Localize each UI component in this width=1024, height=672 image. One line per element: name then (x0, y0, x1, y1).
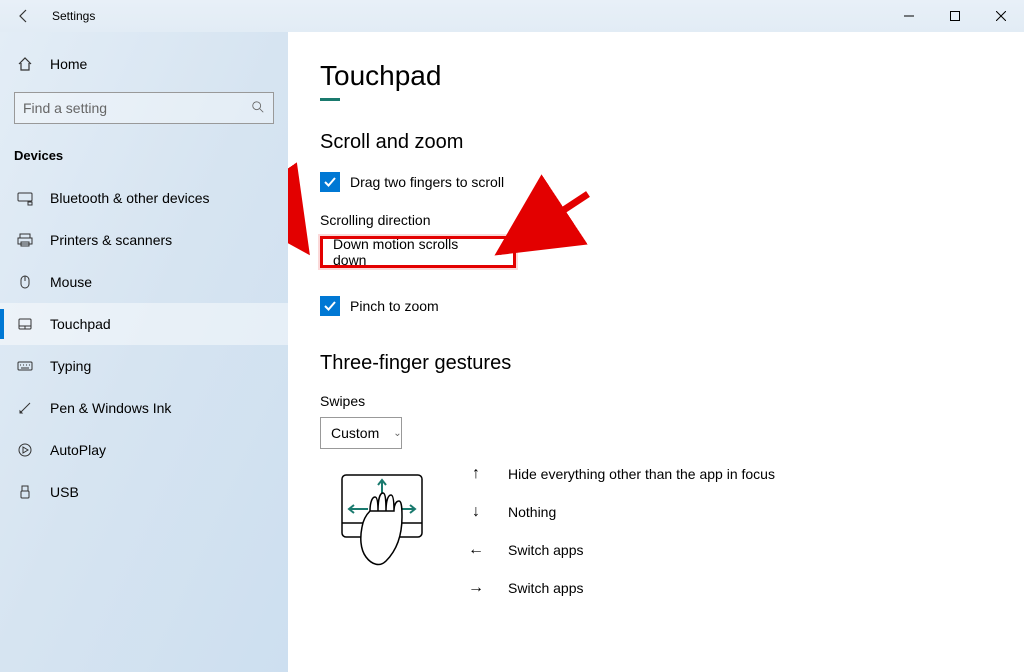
usb-icon (16, 483, 34, 501)
dropdown-value: Custom (331, 425, 379, 441)
sidebar-item-touchpad[interactable]: Touchpad (0, 303, 288, 345)
gesture-label: Switch apps (508, 580, 583, 596)
pen-icon (16, 399, 34, 417)
sidebar-item-label: Pen & Windows Ink (50, 400, 171, 416)
touchpad-gesture-illustration-icon (320, 461, 444, 573)
gesture-illustration-row: ↑ Hide everything other than the app in … (320, 461, 992, 597)
maximize-button[interactable] (932, 0, 978, 32)
sidebar-category: Devices (0, 140, 288, 177)
page-title: Touchpad (320, 60, 992, 92)
touchpad-icon (16, 315, 34, 333)
window-title: Settings (52, 9, 95, 23)
checkbox-checked-icon (320, 172, 340, 192)
sidebar-item-label: Touchpad (50, 316, 111, 332)
sidebar-item-label: Typing (50, 358, 91, 374)
printer-icon (16, 231, 34, 249)
main-content: Touchpad Scroll and zoom Drag two finger… (288, 32, 1024, 672)
home-icon (16, 55, 34, 73)
title-underline (320, 98, 340, 101)
back-button[interactable] (0, 0, 48, 32)
bluetooth-devices-icon (16, 189, 34, 207)
sidebar-item-autoplay[interactable]: AutoPlay (0, 429, 288, 471)
sidebar-item-label: Mouse (50, 274, 92, 290)
sidebar-item-pen[interactable]: Pen & Windows Ink (0, 387, 288, 429)
swipes-label: Swipes (320, 393, 992, 409)
titlebar: Settings (0, 0, 1024, 32)
swipes-dropdown[interactable]: Custom ⌄ (320, 417, 402, 449)
checkbox-checked-icon (320, 296, 340, 316)
checkbox-label: Pinch to zoom (350, 298, 439, 314)
annotation-arrow-left (288, 140, 318, 265)
arrow-down-icon: ↓ (468, 503, 484, 521)
search-input[interactable]: Find a setting (14, 92, 274, 124)
sidebar-item-label: USB (50, 484, 79, 500)
sidebar-home[interactable]: Home (0, 46, 288, 82)
gesture-label: Switch apps (508, 542, 583, 558)
keyboard-icon (16, 357, 34, 375)
arrow-up-icon: ↑ (468, 465, 484, 483)
minimize-button[interactable] (886, 0, 932, 32)
sidebar-item-bluetooth[interactable]: Bluetooth & other devices (0, 177, 288, 219)
mouse-icon (16, 273, 34, 291)
gesture-list: ↑ Hide everything other than the app in … (468, 461, 775, 597)
gesture-down: ↓ Nothing (468, 503, 775, 521)
sidebar-item-printers[interactable]: Printers & scanners (0, 219, 288, 261)
gesture-label: Hide everything other than the app in fo… (508, 466, 775, 482)
sidebar: Home Find a setting Devices Bluetooth & … (0, 32, 288, 672)
search-icon (251, 100, 265, 117)
section-scroll-zoom: Scroll and zoom (320, 131, 992, 154)
scrolling-direction-dropdown[interactable]: Down motion scrolls down ⌄ (320, 236, 516, 268)
checkbox-label: Drag two fingers to scroll (350, 174, 504, 190)
sidebar-item-usb[interactable]: USB (0, 471, 288, 513)
scrolling-direction-label: Scrolling direction (320, 212, 992, 228)
search-placeholder: Find a setting (23, 100, 107, 116)
sidebar-item-label: Bluetooth & other devices (50, 190, 210, 206)
sidebar-item-label: Printers & scanners (50, 232, 172, 248)
gesture-up: ↑ Hide everything other than the app in … (468, 465, 775, 483)
gesture-right: → Switch apps (468, 579, 775, 597)
sidebar-home-label: Home (50, 56, 87, 72)
sidebar-item-typing[interactable]: Typing (0, 345, 288, 387)
back-arrow-icon (16, 8, 32, 24)
gesture-left: ← Switch apps (468, 541, 775, 559)
window-controls (886, 0, 1024, 32)
chevron-down-icon: ⌄ (497, 247, 505, 258)
sidebar-item-mouse[interactable]: Mouse (0, 261, 288, 303)
arrow-right-icon: → (468, 579, 484, 597)
gesture-label: Nothing (508, 504, 556, 520)
arrow-left-icon: ← (468, 541, 484, 559)
dropdown-value: Down motion scrolls down (333, 236, 483, 268)
close-button[interactable] (978, 0, 1024, 32)
autoplay-icon (16, 441, 34, 459)
section-three-finger: Three-finger gestures (320, 352, 992, 375)
checkbox-drag-two-fingers[interactable]: Drag two fingers to scroll (320, 172, 992, 192)
chevron-down-icon: ⌄ (393, 428, 401, 439)
checkbox-pinch-zoom[interactable]: Pinch to zoom (320, 296, 992, 316)
sidebar-item-label: AutoPlay (50, 442, 106, 458)
